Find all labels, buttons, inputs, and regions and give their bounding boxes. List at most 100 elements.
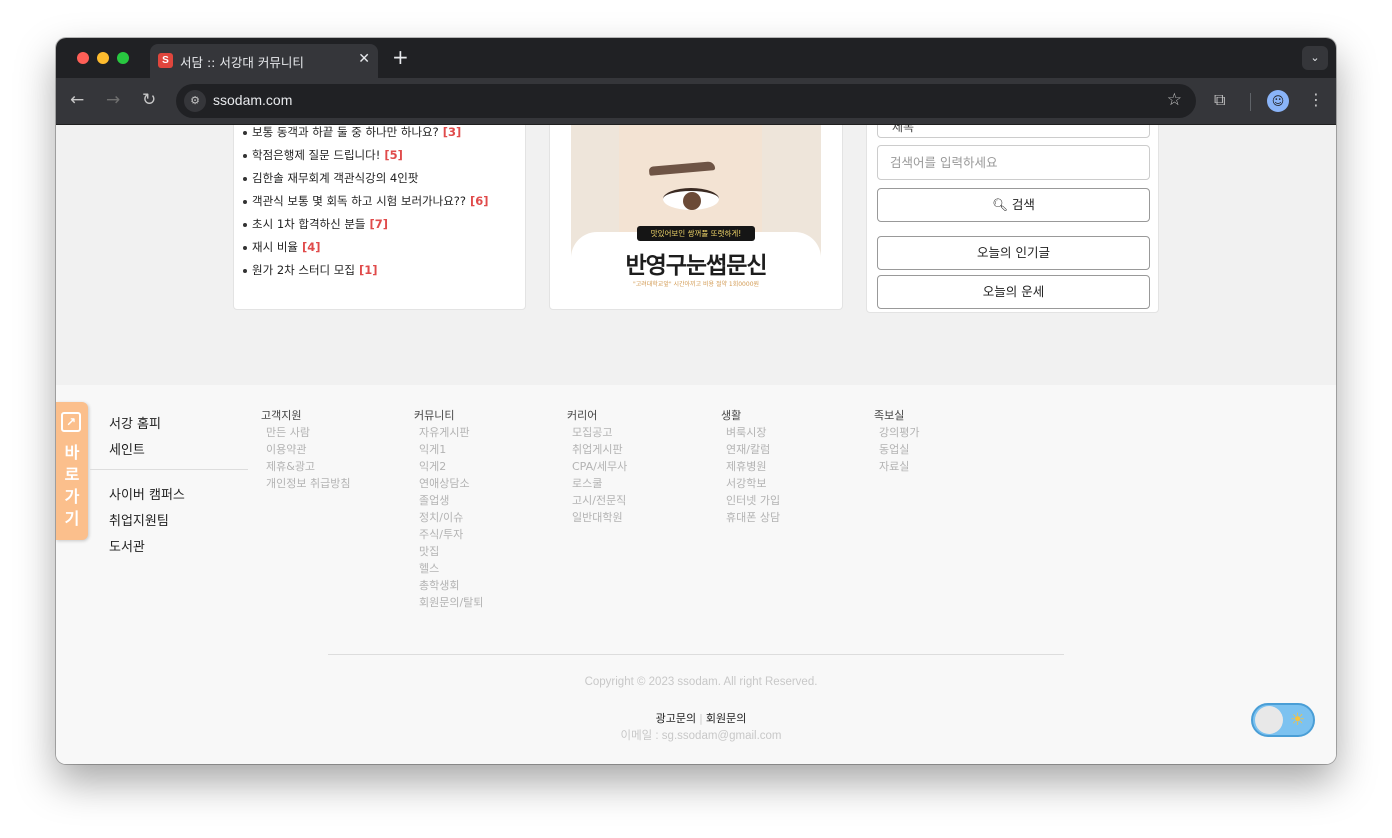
footer-link[interactable]: 서강학보 <box>721 475 861 492</box>
quick-link-saint[interactable]: 세인트 <box>109 439 145 458</box>
footer-column-archive: 족보실 강의평가 동업실 자료실 <box>874 407 1014 475</box>
footer-link[interactable]: 동업실 <box>874 441 1014 458</box>
extensions-icon[interactable]: ⧉ <box>1214 90 1225 110</box>
bullet-icon <box>243 153 247 158</box>
post-title[interactable]: 객관식 보통 몇 회독 하고 시험 보러가나요?? <box>252 194 466 208</box>
footer-link[interactable]: 고시/전문직 <box>567 492 707 509</box>
close-tab-icon[interactable]: ✕ <box>358 51 370 67</box>
footer-link[interactable]: 자유게시판 <box>414 424 554 441</box>
footer-column-title: 족보실 <box>874 409 905 422</box>
reload-icon[interactable]: ↻ <box>142 90 156 110</box>
footer-column-community: 커뮤니티 자유게시판 익게1 익게2 연애상담소 졸업생 정치/이슈 주식/투자… <box>414 407 554 611</box>
theme-toggle[interactable]: ☀ <box>1251 703 1315 737</box>
footer-link[interactable]: 인터넷 가입 <box>721 492 861 509</box>
footer-link[interactable]: 정치/이슈 <box>414 509 554 526</box>
post-item[interactable]: 초시 1차 합격하신 분들 [7] <box>243 213 489 236</box>
footer-link[interactable]: 이용약관 <box>261 441 401 458</box>
post-title[interactable]: 학점은행제 질문 드립니다! <box>252 148 380 162</box>
footer-column-title: 커뮤니티 <box>414 409 455 422</box>
browser-tab[interactable]: S 서담 :: 서강대 커뮤니티 ✕ <box>150 44 378 78</box>
footer-link[interactable]: CPA/세무사 <box>567 458 707 475</box>
footer-link[interactable]: 총학생회 <box>414 577 554 594</box>
footer-link[interactable]: 익게2 <box>414 458 554 475</box>
search-button-label: 검색 <box>1011 197 1035 212</box>
post-item[interactable]: 학점은행제 질문 드립니다! [5] <box>243 144 489 167</box>
post-item[interactable]: 원가 2차 스터디 모집 [1] <box>243 259 489 282</box>
footer-link[interactable]: 모집공고 <box>567 424 707 441</box>
footer-column-title: 고객지원 <box>261 409 302 422</box>
bullet-icon <box>243 176 247 181</box>
comment-count: [4] <box>301 240 321 254</box>
new-tab-button[interactable]: + <box>392 46 409 68</box>
footer-link[interactable]: 연재/칼럼 <box>721 441 861 458</box>
address-bar[interactable]: ⚙ ssodam.com ☆ <box>176 84 1196 118</box>
footer-link[interactable]: 헬스 <box>414 560 554 577</box>
zoom-window-button[interactable] <box>117 52 129 64</box>
footer-link[interactable]: 휴대폰 상담 <box>721 509 861 526</box>
post-title[interactable]: 김한솔 재무회계 객관식강의 4인팟 <box>252 171 418 185</box>
footer-link[interactable]: 제휴&광고 <box>261 458 401 475</box>
url-text[interactable]: ssodam.com <box>213 92 292 108</box>
footer-link[interactable]: 연애상담소 <box>414 475 554 492</box>
shortcut-tab[interactable]: ↗ 바로가기 <box>56 402 88 540</box>
quick-link-library[interactable]: 도서관 <box>109 536 145 555</box>
tab-search-button[interactable]: ⌄ <box>1302 46 1328 70</box>
post-item[interactable]: 재시 비율 [4] <box>243 236 489 259</box>
forward-arrow-icon[interactable]: → <box>106 90 120 110</box>
fortune-button[interactable]: 오늘의 운세 <box>877 275 1150 309</box>
post-item[interactable]: 김한솔 재무회계 객관식강의 4인팟 <box>243 167 489 190</box>
minimize-window-button[interactable] <box>97 52 109 64</box>
link-separator: | <box>699 712 703 725</box>
post-item[interactable]: 보통 동객과 하끝 둘 중 하나만 하나요? [3] <box>243 125 489 144</box>
eyebrow-shape <box>648 161 716 176</box>
footer-link[interactable]: 주식/투자 <box>414 526 554 543</box>
footer-link[interactable]: 맛집 <box>414 543 554 560</box>
browser-menu-icon[interactable]: ⋮ <box>1308 90 1324 109</box>
search-button[interactable]: 🔍︎ 검색 <box>877 188 1150 222</box>
profile-avatar[interactable]: ☺ <box>1267 90 1289 112</box>
quick-link-career-center[interactable]: 취업지원팀 <box>109 510 169 529</box>
toggle-knob <box>1255 706 1283 734</box>
footer-link[interactable]: 익게1 <box>414 441 554 458</box>
bookmark-star-icon[interactable]: ☆ <box>1167 90 1182 110</box>
browser-toolbar: ← → ↻ ⚙ ssodam.com ☆ ⧉ ☺ ⋮ <box>56 78 1336 125</box>
footer-link[interactable]: 자료실 <box>874 458 1014 475</box>
footer-column-support: 고객지원 만든 사람 이용약관 제휴&광고 개인정보 취급방침 <box>261 407 401 492</box>
post-title[interactable]: 보통 동객과 하끝 둘 중 하나만 하나요? <box>252 125 439 139</box>
external-link-icon: ↗ <box>61 412 81 432</box>
quick-link-sogang-home[interactable]: 서강 홈피 <box>109 413 161 432</box>
footer-link[interactable]: 취업게시판 <box>567 441 707 458</box>
search-type-value: 제목 <box>892 125 915 134</box>
popular-posts-button[interactable]: 오늘의 인기글 <box>877 236 1150 270</box>
footer-link[interactable]: 개인정보 취급방침 <box>261 475 401 492</box>
footer-column-title: 커리어 <box>567 409 598 422</box>
footer-link[interactable]: 일반대학원 <box>567 509 707 526</box>
footer-link[interactable]: 만든 사람 <box>261 424 401 441</box>
back-arrow-icon[interactable]: ← <box>70 90 84 110</box>
post-title[interactable]: 초시 1차 합격하신 분들 <box>252 217 366 231</box>
bullet-icon <box>243 268 247 273</box>
post-item[interactable]: 객관식 보통 몇 회독 하고 시험 보러가나요?? [6] <box>243 190 489 213</box>
member-inquiry-link[interactable]: 회원문의 <box>706 712 746 725</box>
bullet-icon <box>243 199 247 204</box>
footer-link[interactable]: 졸업생 <box>414 492 554 509</box>
ad-banner[interactable]: 맛있어보인 쌍꺼풀 또렷하게! 반영구눈썹문신 "고려대학교앞" 시간아끼고 비… <box>571 125 821 302</box>
recent-posts-card: 보통 동객과 하끝 둘 중 하나만 하나요? [3] 학점은행제 질문 드립니다!… <box>233 125 526 310</box>
quick-links-divider <box>90 469 248 470</box>
post-title[interactable]: 원가 2차 스터디 모집 <box>252 263 355 277</box>
footer-link[interactable]: 강의평가 <box>874 424 1014 441</box>
footer-link[interactable]: 벼룩시장 <box>721 424 861 441</box>
footer-column-title: 생활 <box>721 409 742 422</box>
site-settings-icon[interactable]: ⚙ <box>184 90 206 112</box>
footer-link[interactable]: 제휴병원 <box>721 458 861 475</box>
footer-link[interactable]: 회원문의/탈퇴 <box>414 594 554 611</box>
iris-shape <box>683 192 701 210</box>
footer-inquiry-links: 광고문의 | 회원문의 <box>56 710 1336 726</box>
quick-link-cyber-campus[interactable]: 사이버 캠퍼스 <box>109 484 185 503</box>
search-type-select[interactable]: 제목 ⌄ <box>877 125 1150 138</box>
close-window-button[interactable] <box>77 52 89 64</box>
footer-link[interactable]: 로스쿨 <box>567 475 707 492</box>
search-input[interactable]: 검색어를 입력하세요 <box>877 145 1150 180</box>
post-title[interactable]: 재시 비율 <box>252 240 298 254</box>
ad-inquiry-link[interactable]: 광고문의 <box>656 712 696 725</box>
